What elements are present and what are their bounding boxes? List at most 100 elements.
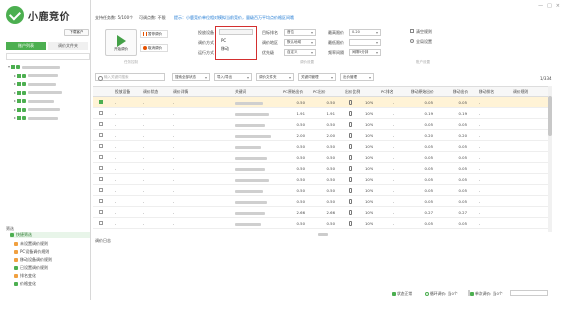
- expand-toggle-icon[interactable]: ▸: [14, 98, 16, 103]
- table-row[interactable]: - - - 0.50 0.50 10% - 0.05 0.05 -: [93, 196, 548, 207]
- row-checkbox[interactable]: [99, 122, 103, 126]
- min-price-input[interactable]: [349, 39, 381, 46]
- cancel-bidding-button[interactable]: 取消调价: [140, 44, 168, 52]
- clear-rules-button[interactable]: 清空规则: [410, 29, 432, 35]
- tree-checkbox[interactable]: [17, 90, 22, 95]
- device-option-mobile[interactable]: 移动: [221, 46, 229, 52]
- column-header[interactable]: 移动原始出价: [411, 87, 434, 97]
- start-bidding-button[interactable]: 开始调价: [105, 29, 137, 56]
- row-checkbox[interactable]: [99, 133, 103, 137]
- tree-checkbox[interactable]: [17, 73, 22, 78]
- table-row[interactable]: - - - 0.50 0.50 10% - 0.05 0.05 -: [93, 152, 548, 163]
- column-header[interactable]: 调价状态: [143, 87, 158, 97]
- column-header[interactable]: PC排名: [381, 87, 394, 97]
- expand-toggle-icon[interactable]: ▸: [14, 90, 16, 95]
- bid-folder-select[interactable]: 调价文件夹: [256, 73, 294, 81]
- tree-item[interactable]: ▸: [14, 89, 94, 96]
- download-client-button[interactable]: 下载客户: [64, 29, 89, 36]
- tree-checkbox[interactable]: [17, 82, 22, 86]
- table-row[interactable]: - - - 0.50 0.50 10% - 0.05 0.05 -: [93, 141, 548, 152]
- row-checkbox[interactable]: [99, 210, 103, 214]
- row-checkbox[interactable]: [99, 188, 103, 192]
- priority-select[interactable]: 自定义: [284, 49, 316, 56]
- column-header[interactable]: 出价比例: [345, 87, 360, 97]
- filter-item[interactable]: 排名变化: [14, 272, 36, 279]
- row-checkbox[interactable]: [99, 100, 103, 104]
- single-bid-field[interactable]: [510, 290, 548, 296]
- row-checkbox[interactable]: [99, 166, 103, 170]
- panel-splitter-handle[interactable]: [318, 233, 328, 236]
- maximize-icon[interactable]: □: [547, 3, 556, 9]
- table-row[interactable]: - - - 0.50 0.50 10% - 0.05 0.05 -: [93, 97, 548, 108]
- expand-toggle-icon[interactable]: ▸: [14, 115, 16, 120]
- tree-checkbox[interactable]: [17, 107, 22, 112]
- filter-item[interactable]: 已设置调价规则: [14, 264, 48, 271]
- filter-item[interactable]: 未设置调价规则: [14, 240, 48, 247]
- device-dropdown[interactable]: PC 移动: [215, 26, 257, 60]
- device-option-pc[interactable]: PC: [221, 38, 226, 43]
- pc-rank-cell: -: [393, 166, 395, 171]
- status-filter-select[interactable]: 搜索全部状态: [172, 73, 210, 81]
- tree-item[interactable]: ▸: [14, 114, 94, 121]
- tree-item[interactable]: ▾: [8, 63, 88, 70]
- bid-ratio-cell: 10%: [365, 199, 374, 204]
- max-price-input[interactable]: 0.20: [349, 29, 381, 36]
- column-header[interactable]: PC原始出价: [283, 87, 303, 97]
- column-header[interactable]: PC出价: [313, 87, 326, 97]
- keyword-manage-select[interactable]: 关键词管理: [298, 73, 336, 81]
- table-row[interactable]: - - - 2.00 2.00 10% - 0.20 0.20 -: [93, 130, 548, 141]
- table-row[interactable]: - - - 2.66 2.66 10% - 0.27 0.27 -: [93, 207, 548, 218]
- quick-filter-header[interactable]: 快捷筛选: [10, 232, 90, 238]
- tab-bid-folder[interactable]: 调价文件夹: [48, 42, 88, 50]
- table-row[interactable]: - - - 1.91 1.91 10% - 0.19 0.19 -: [93, 108, 548, 119]
- tree-checkbox[interactable]: [11, 65, 16, 69]
- row-checkbox[interactable]: [99, 144, 103, 148]
- tab-account-list[interactable]: 账户列表: [6, 42, 46, 50]
- column-header[interactable]: 调价详情: [173, 87, 188, 97]
- table-row[interactable]: - - - 0.50 0.50 10% - 0.05 0.05 -: [93, 174, 548, 185]
- mobile-device-icon: [349, 100, 352, 105]
- tree-item[interactable]: ▸: [14, 97, 94, 104]
- row-checkbox[interactable]: [99, 155, 103, 159]
- device-select[interactable]: [219, 29, 253, 35]
- minimize-icon[interactable]: —: [538, 3, 547, 9]
- column-header[interactable]: 投放设备: [115, 87, 130, 97]
- filter-item[interactable]: 价格变化: [14, 280, 36, 287]
- expand-toggle-icon[interactable]: ▸: [14, 73, 16, 78]
- tree-checkbox[interactable]: [17, 116, 22, 120]
- column-header[interactable]: 移动排名: [479, 87, 494, 97]
- global-settings-button[interactable]: 全局设置: [410, 39, 432, 45]
- mobile-rank-cell: -: [479, 100, 481, 105]
- expand-toggle-icon[interactable]: ▸: [14, 81, 16, 86]
- table-scroll-thumb[interactable]: [548, 96, 552, 136]
- close-icon[interactable]: ×: [556, 3, 564, 9]
- expand-toggle-icon[interactable]: ▸: [14, 107, 16, 112]
- target-rank-select[interactable]: 首位: [284, 29, 316, 36]
- import-export-select[interactable]: 导入/导出: [214, 73, 252, 81]
- bid-manage-select[interactable]: 出价管理: [340, 73, 374, 81]
- column-header[interactable]: 调价规则: [513, 87, 528, 97]
- filter-item[interactable]: 移动设备调价规则: [14, 256, 52, 263]
- pause-bidding-button[interactable]: 暂停调价: [140, 30, 168, 38]
- row-checkbox[interactable]: [99, 111, 103, 115]
- row-checkbox[interactable]: [99, 221, 103, 225]
- region-select[interactable]: 默认地域: [284, 39, 316, 46]
- table-row[interactable]: - - - 0.50 0.50 10% - 0.05 0.05 -: [93, 163, 548, 174]
- table-row[interactable]: - - - 0.50 0.50 10% - 0.05 0.05 -: [93, 119, 548, 130]
- tree-item[interactable]: ▸: [14, 72, 94, 79]
- table-row[interactable]: - - - 0.50 0.50 10% - 0.05 0.05 -: [93, 218, 548, 229]
- tree-item[interactable]: ▸: [14, 106, 94, 113]
- column-header[interactable]: 关键词: [235, 87, 246, 97]
- account-search-input[interactable]: [6, 53, 90, 60]
- interval-select[interactable]: 间隔5分钟: [349, 49, 381, 56]
- row-checkbox[interactable]: [99, 177, 103, 181]
- table-row[interactable]: - - - 0.50 0.50 10% - 0.05 0.05 -: [93, 185, 548, 196]
- filter-item[interactable]: PC设备调价规则: [14, 248, 49, 255]
- expand-toggle-icon[interactable]: ▾: [8, 64, 10, 69]
- tree-checkbox[interactable]: [17, 99, 22, 103]
- notice-link[interactable]: 提示：小鹿竞价单位相对模拟当前竞价，量级百万平均点价格区间哦: [174, 15, 294, 21]
- keyword-search-input[interactable]: 输入关键词搜索: [95, 73, 165, 81]
- tree-item[interactable]: ▸: [14, 80, 94, 87]
- row-checkbox[interactable]: [99, 199, 103, 203]
- column-header[interactable]: 移动出价: [453, 87, 468, 97]
